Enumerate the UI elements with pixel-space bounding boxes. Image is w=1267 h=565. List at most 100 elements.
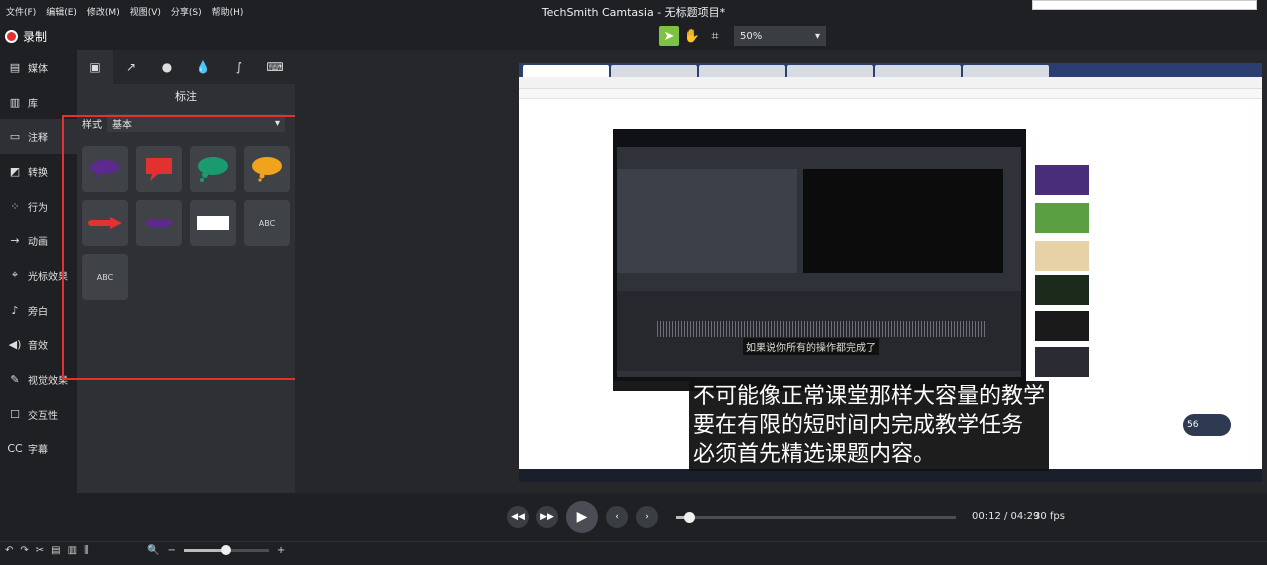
menu-modify[interactable]: 修改(M) (87, 5, 120, 18)
related-thumbnail (1035, 165, 1089, 195)
split-icon[interactable]: ⫼ (84, 545, 89, 556)
zoom-slider-fill (183, 549, 227, 552)
callout-text-only[interactable]: ABC (244, 200, 290, 246)
previous-frame-button[interactable]: ‹ (606, 506, 628, 528)
arrow-shape-icon (88, 217, 122, 229)
arrow-icon: ↗ (125, 60, 137, 74)
tab-callouts[interactable]: ▣ (77, 50, 113, 84)
related-videos-column (1035, 133, 1175, 463)
crop-tool-button[interactable]: ⌗ (705, 26, 725, 46)
browser-tab (963, 65, 1049, 77)
white-box-icon (197, 216, 229, 230)
tab-sketch[interactable]: ∫ (221, 50, 257, 84)
chevron-down-icon: ▾ (274, 117, 280, 129)
sidebar-item-library[interactable]: ▥ 库 (0, 85, 77, 120)
callout-icon: ▣ (89, 60, 101, 74)
subtitle-line: 不可能像正常课堂那样大容量的教学 (693, 384, 1046, 409)
related-thumbnail (1035, 275, 1089, 305)
style-label: 样式 (82, 119, 102, 131)
cloud-bubble-icon (252, 157, 282, 182)
frame-rate: 30 fps (1034, 511, 1065, 522)
step-forward-button[interactable]: ▶▶ (536, 506, 558, 528)
menu-edit[interactable]: 编辑(E) (46, 5, 77, 18)
speed-badge: 56 (1183, 414, 1231, 436)
browser-url-bar (519, 77, 1262, 89)
browser-tab (787, 65, 873, 77)
callout-text-large[interactable]: ABC (82, 254, 128, 300)
audio-effect-icon: ◀) (8, 338, 22, 352)
menu-file[interactable]: 文件(F) (6, 5, 36, 18)
redo-icon[interactable]: ↷ (20, 545, 28, 556)
menu-help[interactable]: 帮助(H) (212, 5, 244, 18)
sidebar-item-annotations[interactable]: ▭ 注释 (0, 119, 77, 155)
inner-video-caption: 如果说你所有的操作都完成了 (743, 338, 879, 355)
select-tool-button[interactable]: ➤ (659, 26, 679, 46)
captions-icon: CC (7, 442, 23, 456)
subtitle-line: 必须首先精选课题内容。 (693, 442, 936, 467)
playback-bar: ◀◀ ▶▶ ▶ ‹ › 00:12 / 04:29 30 fps (0, 493, 1267, 541)
menu-view[interactable]: 视图(V) (130, 5, 161, 18)
sidebar-item-audio-effects[interactable]: ◀) 音效 (0, 328, 77, 363)
timeline-zoom-slider[interactable] (183, 545, 269, 555)
zoom-slider-handle[interactable] (221, 545, 232, 555)
cut-icon[interactable]: ✂ (36, 545, 44, 556)
annotation-icon: ▭ (9, 130, 21, 144)
badge-value: 56 (1187, 420, 1199, 430)
sidebar-item-captions[interactable]: CC 字幕 (0, 432, 77, 467)
sidebar-item-interactivity[interactable]: ☐ 交互性 (0, 397, 77, 432)
behavior-icon: ⁘ (10, 199, 20, 213)
rewind-icon: ◀◀ (511, 512, 525, 522)
style-dropdown[interactable]: 基本 ▾ (107, 114, 285, 132)
tab-arrows[interactable]: ↗ (113, 50, 149, 84)
record-button[interactable]: 录制 (5, 28, 47, 45)
sidebar-item-behaviors[interactable]: ⁘ 行为 (0, 189, 77, 224)
hand-icon: ✋ (683, 28, 701, 44)
playback-scrubber[interactable] (676, 512, 956, 523)
callout-white-box[interactable] (190, 200, 236, 246)
callout-purple-arrow[interactable] (136, 200, 182, 246)
sidebar-item-voice-narration[interactable]: ♪ 旁白 (0, 293, 77, 328)
sidebar-item-animations[interactable]: → 动画 (0, 223, 77, 258)
sidebar-item-transitions[interactable]: ◩ 转换 (0, 154, 77, 189)
tab-blur[interactable]: 💧 (185, 50, 221, 84)
zoom-value: 50% (740, 30, 763, 42)
play-button[interactable]: ▶ (566, 501, 598, 533)
shape-icon: ● (161, 60, 173, 74)
undo-icon[interactable]: ↶ (5, 545, 13, 556)
callout-red-arrow[interactable] (82, 200, 128, 246)
tab-shapes[interactable]: ● (149, 50, 185, 84)
library-icon: ▥ (9, 95, 21, 109)
chevron-left-icon: ‹ (615, 512, 619, 522)
sidebar-item-media[interactable]: ▤ 媒体 (0, 50, 77, 85)
zoom-select[interactable]: 50% ▾ (734, 26, 826, 46)
sidebar-item-label: 行为 (28, 202, 48, 214)
camtasia-window: 文件(F) 编辑(E) 修改(M) 视图(V) 分享(S) 帮助(H) Tech… (0, 0, 1267, 565)
pan-tool-button[interactable]: ✋ (682, 26, 702, 46)
paste-icon[interactable]: ▥ (68, 545, 77, 556)
subtitle-line: 要在有限的短时间内完成教学任务 (693, 413, 1024, 438)
sidebar-item-visual-effects[interactable]: ✎ 视觉效果 (0, 362, 77, 397)
cloud-bubble-icon (198, 157, 228, 182)
sketch-icon: ∫ (235, 60, 243, 74)
timeline-edit-tools: ↶ ↷ ✂ ▤ ▥ ⫼ (5, 545, 89, 556)
copy-icon[interactable]: ▤ (51, 545, 60, 556)
menu-share[interactable]: 分享(S) (171, 5, 202, 18)
callout-red-speech[interactable] (136, 146, 182, 192)
callout-teal-cloud[interactable] (190, 146, 236, 192)
callout-purple-speech[interactable] (82, 146, 128, 192)
search-icon: 🔍 (147, 545, 160, 556)
canvas-tools: ➤ ✋ ⌗ 50% ▾ (659, 26, 826, 46)
previous-clip-button[interactable]: ◀◀ (507, 506, 529, 528)
tab-keystroke[interactable]: ⌨ (257, 50, 293, 84)
browser-tab (699, 65, 785, 77)
callout-orange-cloud[interactable] (244, 146, 290, 192)
zoom-in-button[interactable]: + (277, 545, 285, 556)
transition-icon: ◩ (9, 164, 21, 178)
next-frame-button[interactable]: › (636, 506, 658, 528)
sidebar-item-cursor-effects[interactable]: ⌖ 光标效果 (0, 258, 77, 293)
subtitle-overlay[interactable]: 不可能像正常课堂那样大容量的教学 要在有限的短时间内完成教学任务 必须首先精选课… (689, 381, 1050, 471)
scrubber-handle[interactable] (683, 512, 695, 523)
panel-title: 标注 (175, 90, 197, 103)
browser-bookmarks-bar (519, 89, 1262, 99)
zoom-out-button[interactable]: − (167, 545, 175, 556)
